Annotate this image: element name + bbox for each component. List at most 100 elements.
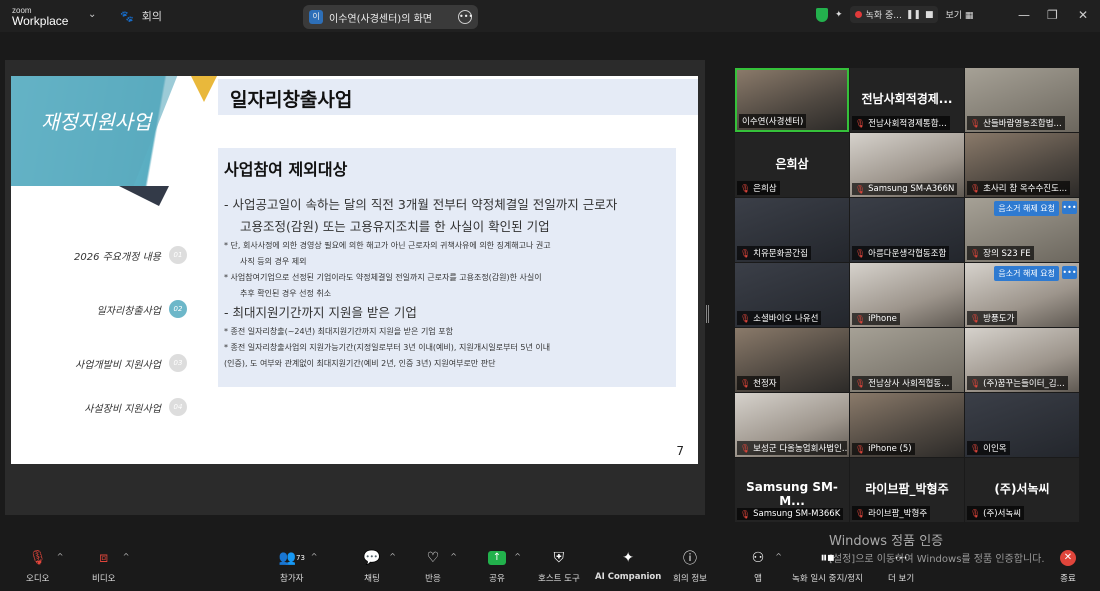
chevron-up-icon[interactable]: ^ — [123, 552, 130, 561]
participant-tile[interactable]: 🎙 치유문화공간집 — [735, 198, 849, 262]
shield-icon — [816, 7, 828, 22]
mic-muted-icon: 🎙 — [855, 248, 866, 258]
participant-tile[interactable]: 은희삼 🎙 은희삼 — [735, 133, 849, 197]
logo-line2: Workplace — [12, 14, 69, 28]
video-button[interactable]: ⧈ 비디오 ^ — [92, 549, 129, 584]
participant-tile[interactable]: 음소거 해제 요청 ••• 🎙 장의 S23 FE — [965, 198, 1079, 262]
host-tools-button[interactable]: ⛨ 호스트 도구 — [538, 549, 580, 584]
chat-label: 채팅 — [364, 574, 380, 584]
end-button[interactable]: ✕ 종료 — [1058, 549, 1078, 584]
reactions-button[interactable]: ♡ 반응 ^ — [423, 549, 457, 584]
minimize-icon[interactable]: — — [1018, 8, 1030, 22]
chat-button[interactable]: 💬 채팅 ^ — [362, 549, 396, 584]
participant-display-name: Samsung SM-M... — [746, 480, 838, 508]
participant-tile[interactable]: 🎙 보성군 다올농업회사법인... — [735, 393, 849, 457]
participant-tile[interactable]: 라이브팜_박형주 🎙 라이브팜_박형주 — [850, 458, 964, 522]
participant-name-tag: 🎙 전남사회적경제통합... — [852, 116, 950, 130]
chevron-up-icon[interactable]: ^ — [775, 552, 782, 561]
note-4-cont: (인증), 도 여부와 관계없이 최대지원기간(예비 2년, 인증 3년) 지원… — [224, 359, 496, 368]
participant-tile[interactable]: 🎙 아름다운생각협동조합 — [850, 198, 964, 262]
reactions-label: 반응 — [425, 574, 441, 584]
mic-muted-icon: 🎙 — [855, 508, 866, 518]
participants-button[interactable]: 👥 73 참가자 ^ — [278, 549, 318, 584]
participant-tile[interactable]: 이수연(사경센터) — [735, 68, 849, 132]
participant-tile[interactable]: 전남사회적경제... 🎙 전남사회적경제통합... — [850, 68, 964, 132]
apps-button[interactable]: ⚇ 앱 ^ — [748, 549, 782, 584]
split-handle[interactable] — [706, 305, 709, 323]
unmute-request-badge[interactable]: 음소거 해제 요청 — [994, 266, 1059, 281]
nav-label: 2026 주요개정 내용 — [73, 251, 161, 263]
screen-share-tab[interactable]: 이 이수연(사경센터)의 화면 ••• — [303, 5, 478, 29]
participant-name: 산들바람영농조합법... — [983, 119, 1062, 129]
more-icon[interactable]: ••• — [1062, 201, 1077, 214]
chevron-down-icon[interactable]: ⌄ — [88, 9, 96, 20]
participant-name: (주)서녹씨 — [983, 509, 1022, 519]
apps-label: 앱 — [754, 574, 762, 584]
status-area: ✦ 녹화 중... ❚❚ ■ 보기 ▦ — [816, 6, 973, 23]
slide-nav-item: 2026 주요개정 내용 01 — [37, 244, 187, 266]
meeting-toolbar: 🎙 오디오 ^ ⧈ 비디오 ^ 👥 73 참가자 ^ 💬 채팅 ^ ♡ 반응 ^ … — [0, 545, 1100, 591]
participant-tile[interactable]: 🎙 iPhone (5) — [850, 393, 964, 457]
chevron-up-icon[interactable]: ^ — [514, 552, 521, 561]
participant-tile[interactable]: 🎙 (주)꿈꾸는들이터_김... — [965, 328, 1079, 392]
stop-icon[interactable]: ■ — [925, 10, 934, 20]
sparkle-icon: ✦ — [622, 550, 635, 566]
restore-icon[interactable]: ❐ — [1047, 8, 1058, 22]
recording-chip[interactable]: 녹화 중... ❚❚ ■ — [849, 6, 939, 23]
participant-name-tag: 🎙 치유문화공간집 — [737, 246, 811, 260]
chevron-up-icon[interactable]: ^ — [311, 552, 318, 561]
participant-tile[interactable]: 🎙 천정자 — [735, 328, 849, 392]
more-button[interactable]: ⋯ 더 보기 — [888, 549, 914, 584]
participant-tile[interactable]: 🎙 이인옥 — [965, 393, 1079, 457]
participants-icon: 👥 73 — [278, 550, 305, 566]
participant-name-tag: 🎙 방풍도가 — [967, 311, 1018, 325]
participant-tile[interactable]: Samsung SM-M... 🎙 Samsung SM-M366K — [735, 458, 849, 522]
participant-display-name: 라이브팜_박형주 — [865, 482, 949, 496]
nav-label: 사업개발비 지원사업 — [75, 359, 161, 371]
share-icon-wrap: ↑ — [487, 549, 507, 567]
participant-name-tag: 🎙 산들바람영농조합법... — [967, 116, 1065, 130]
participant-name: 전남사회적경제통합... — [868, 119, 947, 129]
participant-tile[interactable]: 🎙 초사리 참 옥수수진도... — [965, 133, 1079, 197]
meeting-info-button[interactable]: ⓘ 회의 정보 — [673, 549, 707, 584]
participant-name-tag: 🎙 (주)꿈꾸는들이터_김... — [967, 376, 1068, 390]
slide-nav-item: 사설장비 지원사업 04 — [37, 396, 187, 418]
participant-name: iPhone (5) — [868, 444, 912, 454]
view-button[interactable]: 보기 ▦ — [945, 8, 973, 21]
audio-button[interactable]: 🎙 오디오 ^ — [26, 549, 63, 584]
chevron-up-icon[interactable]: ^ — [450, 552, 457, 561]
participant-tile[interactable]: 🎙 Samsung SM-A366N — [850, 133, 964, 197]
exclusion-item-1: - 사업공고일이 속하는 달의 직전 3개월 전부터 약정체결일 전일까지 근로… — [224, 197, 618, 212]
note-2: * 사업참여기업으로 선정된 기업이라도 약정체결일 전일까지 근로자를 고용조… — [224, 273, 542, 282]
pause-icon[interactable]: ❚❚ — [906, 10, 921, 20]
slide-header-title: 일자리창출사업 — [230, 89, 353, 111]
participant-tile[interactable]: 🎙 산들바람영농조합법... — [965, 68, 1079, 132]
participant-tile[interactable]: 🎙 전남상사 사회적협동... — [850, 328, 964, 392]
chevron-up-icon[interactable]: ^ — [389, 552, 396, 561]
apps-icon: ⚇ — [751, 550, 765, 566]
recording-controls-button[interactable]: ⏸⏹ 녹화 일시 중지/정지 — [792, 549, 863, 584]
nav-label: 일자리창출사업 — [96, 305, 161, 317]
participant-tile[interactable]: 🎙 iPhone — [850, 263, 964, 327]
view-label: 보기 — [945, 11, 963, 21]
meeting-tab[interactable]: 🐾 회의 — [120, 8, 162, 24]
chevron-up-icon[interactable]: ^ — [57, 552, 64, 561]
close-icon[interactable]: ✕ — [1078, 8, 1088, 22]
participant-tile[interactable]: 음소거 해제 요청 ••• 🎙 방풍도가 — [965, 263, 1079, 327]
participant-name-tag: 🎙 Samsung SM-M366K — [737, 508, 844, 520]
participant-name-tag: 🎙 천정자 — [737, 376, 780, 390]
unmute-request-badge[interactable]: 음소거 해제 요청 — [994, 201, 1059, 216]
participant-name-tag: 이수연(사경센터) — [739, 114, 807, 128]
share-tab-label: 이수연(사경센터)의 화면 — [329, 13, 432, 25]
nav-number: 01 — [169, 246, 187, 264]
participant-tile[interactable]: (주)서녹씨 🎙 (주)서녹씨 — [965, 458, 1079, 522]
share-button[interactable]: ↑ 공유 ^ — [487, 549, 521, 584]
ai-companion-button[interactable]: ✦ AI Companion — [595, 549, 661, 582]
more-icon[interactable]: ••• — [458, 10, 473, 24]
close-icon: ✕ — [1060, 550, 1076, 566]
participant-tile[interactable]: 🎙 소셜바이오 나유선 — [735, 263, 849, 327]
zoom-logo: zoom Workplace — [12, 5, 68, 27]
mic-muted-icon: 🎙 — [970, 378, 981, 388]
participant-name: 소셜바이오 나유선 — [753, 314, 819, 324]
more-icon[interactable]: ••• — [1062, 266, 1077, 279]
